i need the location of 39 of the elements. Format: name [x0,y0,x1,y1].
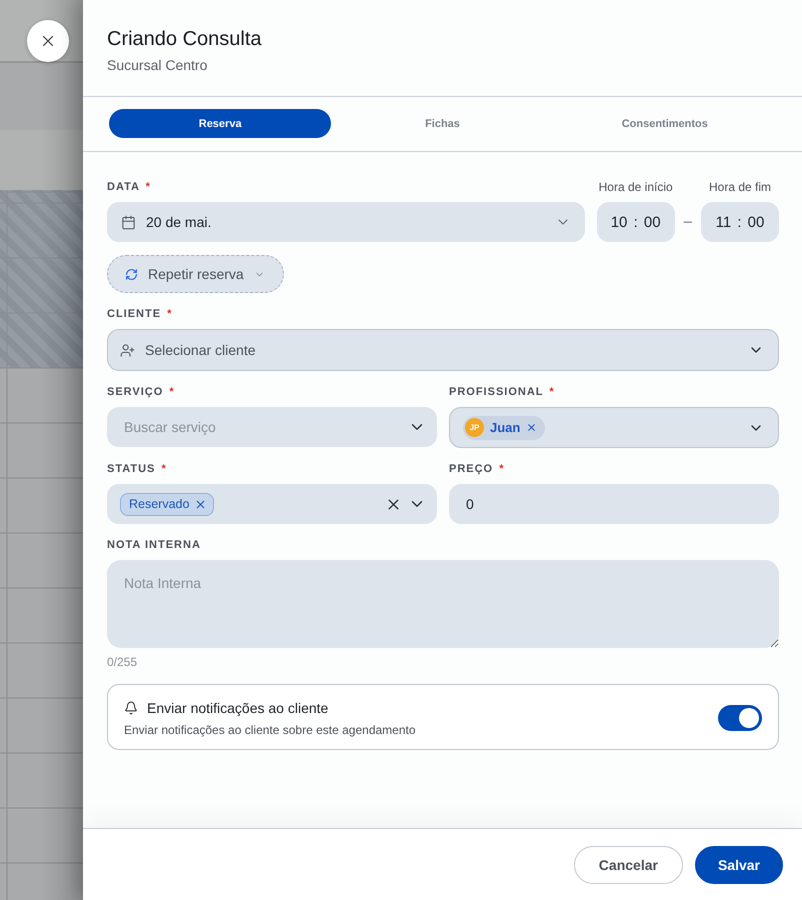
x-icon[interactable] [194,498,208,510]
cancel-button[interactable]: Cancelar [574,846,683,884]
date-field[interactable]: 20 de mai. [107,202,585,242]
avatar: JP [465,418,484,437]
field-label: NOTA INTERNA [107,538,201,553]
field-label: STATUS * [107,462,167,477]
professional-chip[interactable]: JP Juan [463,416,546,440]
x-icon[interactable] [526,422,538,433]
notification-description: Enviar notificações ao cliente sobre este agendamento [124,722,416,738]
calendar-icon [121,214,136,230]
range-dash: – [682,212,693,232]
user-plus-icon [120,342,135,358]
tab[interactable]: Fichas [331,109,554,138]
modal-subtitle: Sucursal Centro [107,56,208,75]
repeat-button[interactable]: Repetir reserva [107,255,284,293]
field-label: PROFISSIONAL * [449,385,555,400]
field-label: CLIENTE * [107,307,172,322]
price-field[interactable]: 0 [449,484,779,524]
field-label: SERVIÇO * [107,385,175,400]
save-button[interactable]: Salvar [694,846,783,884]
field-label: PREÇO * [449,462,504,477]
professional-select[interactable]: JP Juan [449,407,779,448]
client-select[interactable]: Selecionar cliente [107,329,779,371]
time-label: Hora de fim [708,179,772,195]
notification-toggle[interactable] [718,705,762,731]
status-chip[interactable]: Reservado [120,492,214,516]
bell-icon [124,701,138,715]
modal-title: Criando Consulta [107,27,262,52]
tab[interactable]: Consentimentos [554,109,776,138]
field-label: DATA * [107,180,151,195]
notification-title: Enviar notificações ao cliente [147,699,328,718]
refresh-icon [125,268,138,280]
tab[interactable]: Reserva [109,109,332,138]
time-label: Hora de início [598,179,673,195]
note-field[interactable]: Nota Interna [107,560,779,648]
time-field[interactable]: 10 : 00 [596,202,675,242]
character-counter: 0/255 [107,655,138,669]
status-select[interactable]: Reservado [107,484,437,524]
time-field[interactable]: 11 : 00 [701,202,779,242]
